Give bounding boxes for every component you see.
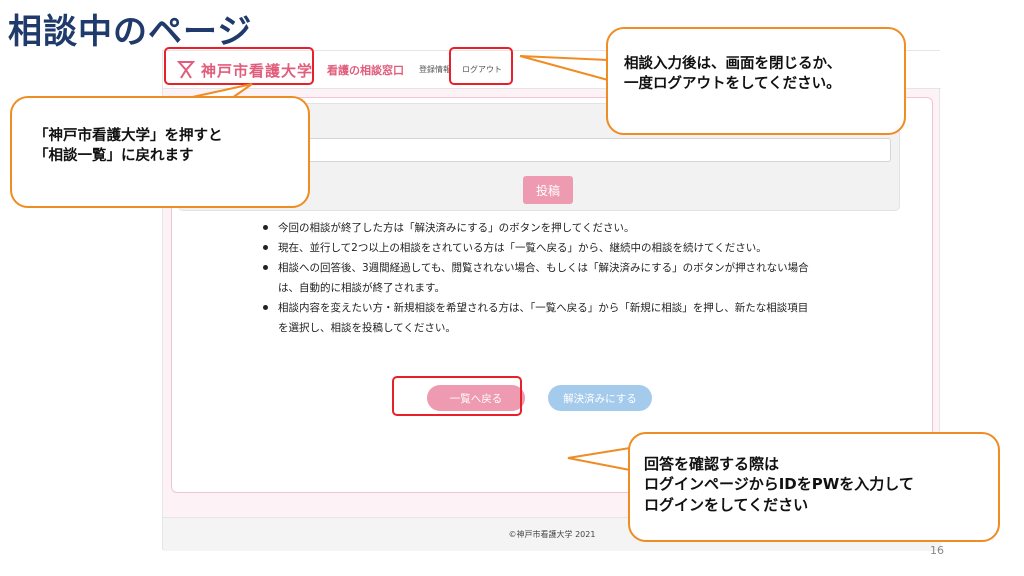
callout-text: 「相談一覧」に戻れます: [34, 147, 194, 164]
bullet-icon: [263, 225, 268, 230]
note-text: 現在、並行して2つ以上の相談をされている方は「一覧へ戻る」から、継続中の相談を続…: [278, 242, 767, 254]
bullet-icon: [263, 245, 268, 250]
login-callout: 回答を確認する際は ログインページからIDをPWを入力して ログインをしてくださ…: [628, 432, 1000, 542]
logo-highlight-box: [164, 47, 314, 85]
logout-callout: 相談入力後は、画面を閉じるか、 一度ログアウトをしてください。: [606, 27, 906, 135]
callout-text: ログインページからIDをPWを入力して: [644, 475, 914, 494]
list-item: 今回の相談が終了した方は「解決済みにする」のボタンを押してください。: [260, 218, 812, 238]
callout-text: 相談入力後は、画面を閉じるか、: [624, 56, 842, 72]
callout-text: 「神戸市看護大学」を押すと: [34, 128, 223, 144]
notes-list: 今回の相談が終了した方は「解決済みにする」のボタンを押してください。 現在、並行…: [260, 218, 812, 338]
logo-callout: 「神戸市看護大学」を押すと 「相談一覧」に戻れます: [10, 96, 310, 208]
service-title: 看護の相談窓口: [327, 64, 404, 77]
note-text: 今回の相談が終了した方は「解決済みにする」のボタンを押してください。: [278, 222, 635, 234]
note-text: 相談内容を変えたい方・新規相談を希望される方は、「一覧へ戻る」から「新規に相談」…: [278, 302, 809, 334]
bullet-icon: [263, 265, 268, 270]
page-number: 16: [930, 544, 944, 557]
back-button-highlight-box: [392, 376, 522, 416]
mark-resolved-button[interactable]: 解決済みにする: [548, 385, 652, 411]
bullet-icon: [263, 305, 268, 310]
post-button[interactable]: 投稿: [523, 176, 573, 204]
registration-info-link[interactable]: 登録情報: [419, 64, 451, 75]
logout-highlight-box: [449, 47, 513, 85]
list-item: 相談への回答後、3週間経過しても、閲覧されない場合、もしくは「解決済みにする」の…: [260, 258, 812, 298]
list-item: 相談内容を変えたい方・新規相談を希望される方は、「一覧へ戻る」から「新規に相談」…: [260, 298, 812, 338]
slide-title: 相談中のページ: [8, 12, 253, 52]
callout-text: ログインをしてください: [644, 495, 809, 514]
note-text: 相談への回答後、3週間経過しても、閲覧されない場合、もしくは「解決済みにする」の…: [278, 262, 809, 294]
list-item: 現在、並行して2つ以上の相談をされている方は「一覧へ戻る」から、継続中の相談を続…: [260, 238, 812, 258]
callout-text: 一度ログアウトをしてください。: [624, 75, 841, 92]
callout-text: 回答を確認する際は: [644, 455, 780, 473]
copyright-text: ©神戸市看護大学 2021: [508, 530, 596, 539]
